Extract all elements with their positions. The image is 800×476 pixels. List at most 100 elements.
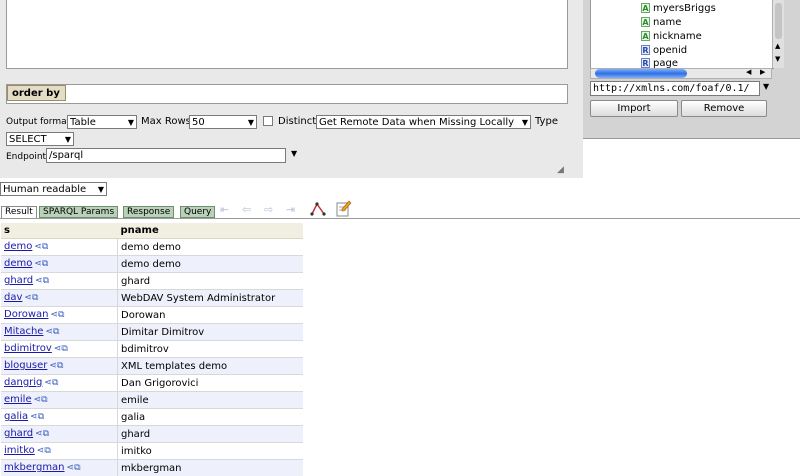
graph-view-icon[interactable] <box>310 201 326 217</box>
table-row: demo⋖⧉demo demo <box>1 239 303 256</box>
subject-link[interactable]: galia <box>4 411 28 422</box>
subject-link[interactable]: dav <box>4 292 22 303</box>
column-header-pname: pname <box>118 223 304 239</box>
last-page-icon[interactable]: ⇥ <box>286 204 295 216</box>
cell-pname: ghard <box>118 273 304 290</box>
cell-pname: Dorowan <box>118 307 304 324</box>
cell-pname: Dimitar Dimitrov <box>118 324 304 341</box>
chevron-down-icon: ▼ <box>128 116 134 129</box>
subject-link[interactable]: Mitache <box>4 326 43 337</box>
subject-link[interactable]: emile <box>4 394 32 405</box>
cell-pname: demo demo <box>118 239 304 256</box>
tree-item[interactable]: Aname <box>641 16 681 29</box>
subject-link[interactable]: bloguser <box>4 360 47 371</box>
endpoint-label: Endpoint <box>6 150 46 164</box>
next-icon[interactable]: ⇨ <box>264 204 273 216</box>
cell-pname: galia <box>118 409 304 426</box>
share-icon[interactable]: ⋖⧉ <box>37 446 51 456</box>
tree-item[interactable]: Anickname <box>641 30 702 43</box>
cell-s: emile⋖⧉ <box>1 392 118 409</box>
table-row: Dorowan⋖⧉Dorowan <box>1 307 303 324</box>
tab-sparql-params[interactable]: SPARQL Params <box>39 206 118 218</box>
endpoint-input[interactable]: /sparql <box>46 148 286 163</box>
column-header-s: s <box>1 223 118 239</box>
query-type-value: SELECT <box>9 134 47 145</box>
query-type-select[interactable]: SELECT ▼ <box>6 132 74 146</box>
relation-icon: R <box>641 58 650 68</box>
results-table: s pname demo⋖⧉demo demodemo⋖⧉demo demogh… <box>1 223 303 476</box>
view-mode-select[interactable]: Human readable ▼ <box>0 182 107 196</box>
subject-link[interactable]: Dorowan <box>4 309 48 320</box>
share-icon[interactable]: ⋖⧉ <box>35 276 49 286</box>
scroll-thumb[interactable] <box>775 3 782 39</box>
share-icon[interactable]: ⋖⧉ <box>44 378 58 388</box>
edit-icon[interactable] <box>336 200 352 217</box>
subject-link[interactable]: ghard <box>4 428 33 439</box>
remove-button[interactable]: Remove <box>681 100 767 117</box>
share-icon[interactable]: ⋖⧉ <box>34 259 48 269</box>
attribute-icon: A <box>641 17 650 27</box>
scroll-left-icon[interactable]: ◀ <box>746 68 751 76</box>
resize-grip-icon[interactable]: ◢ <box>557 165 564 175</box>
scroll-right-icon[interactable]: ▶ <box>760 68 765 76</box>
subject-link[interactable]: imitko <box>4 445 35 456</box>
output-format-select[interactable]: Table ▼ <box>67 115 137 129</box>
first-page-icon[interactable]: ⇤ <box>220 204 229 216</box>
max-rows-select[interactable]: 50 ▼ <box>189 115 257 129</box>
cell-s: imitko⋖⧉ <box>1 443 118 460</box>
tree-item-label: nickname <box>653 31 702 42</box>
order-by-field[interactable] <box>6 84 568 104</box>
cell-s: bloguser⋖⧉ <box>1 358 118 375</box>
table-row: demo⋖⧉ demo demo <box>1 256 303 273</box>
table-row: galia⋖⧉galia <box>1 409 303 426</box>
share-icon[interactable]: ⋖⧉ <box>67 463 81 473</box>
cell-pname: demo demo <box>118 256 304 273</box>
tree-vertical-scrollbar[interactable]: ▲ ▼ <box>772 0 784 68</box>
namespace-chevron-down-icon[interactable]: ▼ <box>763 82 769 91</box>
namespace-input[interactable]: http://xmlns.com/foaf/0.1/ <box>590 81 760 96</box>
subject-link[interactable]: demo <box>4 241 32 252</box>
share-icon[interactable]: ⋖⧉ <box>50 310 64 320</box>
subject-link[interactable]: demo <box>4 258 32 269</box>
tab-response[interactable]: Response <box>123 206 174 218</box>
cell-pname: emile <box>118 392 304 409</box>
tab-query[interactable]: Query <box>180 206 215 218</box>
share-icon[interactable]: ⋖⧉ <box>54 344 68 354</box>
cell-s: dangrig⋖⧉ <box>1 375 118 392</box>
output-format-value: Table <box>70 117 96 128</box>
subject-link[interactable]: ghard <box>4 275 33 286</box>
tree-item[interactable]: AmyersBriggs <box>641 2 716 15</box>
type-label: Type <box>535 115 558 129</box>
scroll-down-icon[interactable]: ▼ <box>775 55 780 63</box>
cell-pname: Dan Grigorovici <box>118 375 304 392</box>
tree-item[interactable]: Ropenid <box>641 44 687 57</box>
distinct-label: Distinct <box>278 115 316 129</box>
remote-data-select[interactable]: Get Remote Data when Missing Locally ▼ <box>316 115 531 129</box>
share-icon[interactable]: ⋖⧉ <box>49 361 63 371</box>
previous-icon[interactable]: ⇦ <box>242 204 251 216</box>
table-row: ghard⋖⧉ghard <box>1 273 303 290</box>
tree-item-label: myersBriggs <box>653 3 716 14</box>
share-icon[interactable]: ⋖⧉ <box>34 242 48 252</box>
attribute-icon: A <box>641 31 650 41</box>
subject-link[interactable]: dangrig <box>4 377 42 388</box>
endpoint-chevron-down-icon[interactable]: ▼ <box>291 149 297 158</box>
subject-link[interactable]: bdimitrov <box>4 343 52 354</box>
relation-icon: R <box>641 45 650 55</box>
share-icon[interactable]: ⋖⧉ <box>34 395 48 405</box>
remote-data-value: Get Remote Data when Missing Locally <box>319 117 514 128</box>
cell-pname: imitko <box>118 443 304 460</box>
table-row: dangrig⋖⧉Dan Grigorovici <box>1 375 303 392</box>
scroll-thumb[interactable] <box>595 69 687 78</box>
query-textarea[interactable] <box>6 0 568 69</box>
cell-s: demo⋖⧉ <box>1 239 118 256</box>
scroll-up-icon[interactable]: ▲ <box>775 42 780 50</box>
share-icon[interactable]: ⋖⧉ <box>30 412 44 422</box>
share-icon[interactable]: ⋖⧉ <box>35 429 49 439</box>
share-icon[interactable]: ⋖⧉ <box>24 293 38 303</box>
distinct-checkbox[interactable] <box>263 116 273 126</box>
import-button[interactable]: Import <box>590 100 678 117</box>
table-row: bdimitrov⋖⧉bdimitrov <box>1 341 303 358</box>
attribute-icon: A <box>641 3 650 13</box>
share-icon[interactable]: ⋖⧉ <box>45 327 59 337</box>
